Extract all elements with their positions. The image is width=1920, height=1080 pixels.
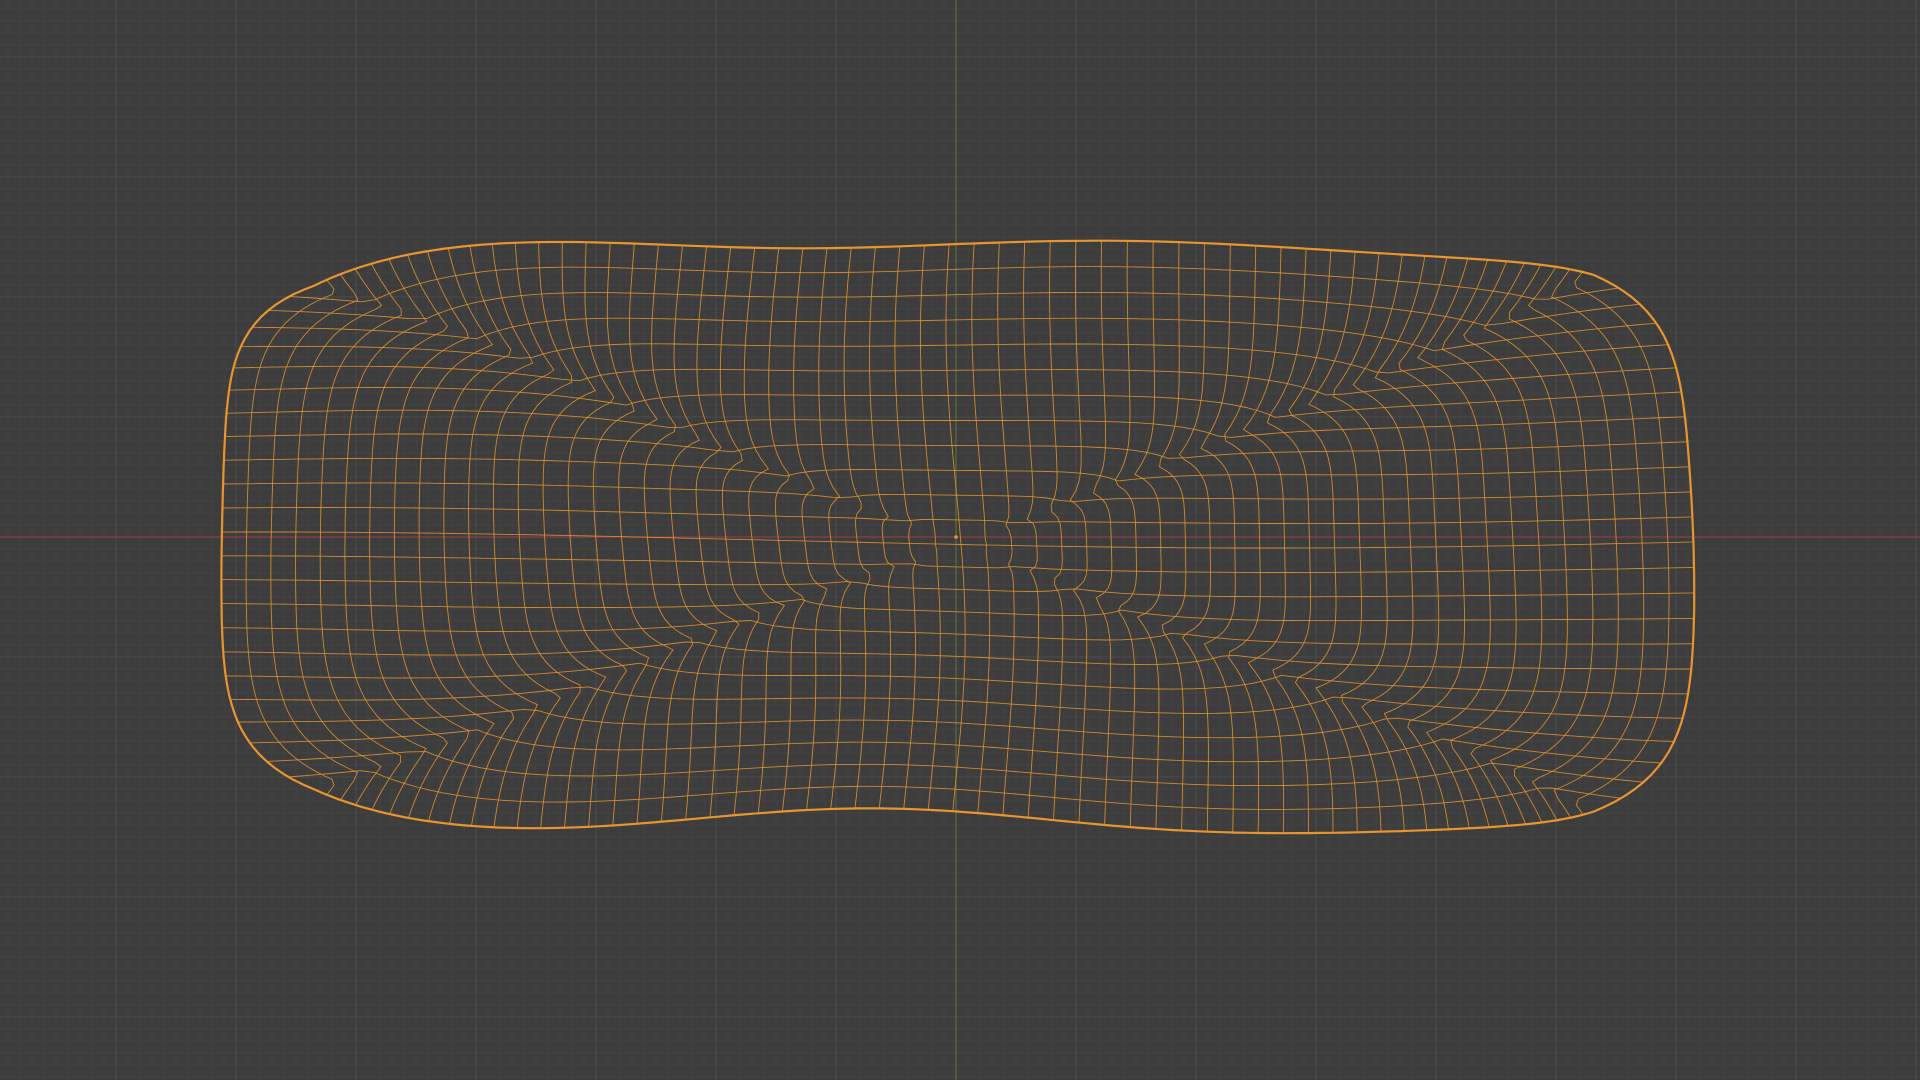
- mesh-edge-loop: [221, 598, 1695, 622]
- mesh-edge-loop: [225, 662, 1689, 695]
- mesh-edge-loop: [818, 248, 852, 810]
- object-origin-dot-icon[interactable]: [954, 535, 958, 539]
- mesh-edge-loop: [1200, 244, 1236, 833]
- mesh-edge-loops-horizontal: [221, 266, 1695, 810]
- mesh-edge-loop: [468, 243, 538, 828]
- mesh-edge-loop: [252, 317, 1657, 352]
- mesh-edge-loop: [894, 246, 917, 809]
- mesh-edge-loop: [1069, 240, 1088, 823]
- mesh-edge-loop: [695, 246, 740, 818]
- grid-major-lines: [0, 0, 1920, 1080]
- mesh-edge-loop: [1352, 254, 1414, 832]
- mesh-edge-loop: [919, 245, 941, 810]
- mesh-edge-loop: [221, 555, 1695, 573]
- mesh-edge-loop: [1159, 242, 1187, 831]
- mesh-edge-loop: [223, 641, 1692, 670]
- mesh-edge-loop: [1242, 247, 1286, 834]
- grid-minor-lines: [0, 0, 1920, 1080]
- mesh-edge-loop: [1114, 240, 1137, 828]
- mesh-edge-loop: [221, 579, 1695, 598]
- mesh-edge-loop: [669, 245, 718, 820]
- mesh-edge-loop: [1092, 240, 1113, 825]
- mesh-edge-loop: [971, 243, 991, 814]
- viewport-canvas[interactable]: [0, 0, 1920, 1080]
- mesh-edge-loop: [869, 247, 895, 809]
- mesh-edge-loop: [221, 531, 1694, 549]
- mesh-edge-loop: [1224, 245, 1261, 834]
- mesh-edge-loop: [229, 387, 1682, 418]
- mesh-edge-loop: [1023, 241, 1040, 818]
- mesh-edge-loop: [1049, 241, 1064, 821]
- mesh-edge-loop: [1308, 251, 1362, 833]
- mesh-edge-loop: [223, 457, 1690, 482]
- mesh-edge-loop: [643, 244, 694, 822]
- 3d-viewport[interactable]: [0, 0, 1920, 1080]
- mesh-edge-loop: [793, 248, 828, 811]
- mesh-edge-loop: [1483, 262, 1568, 825]
- mesh-edge-loop: [618, 243, 674, 824]
- mesh-edge-loop: [1288, 250, 1337, 833]
